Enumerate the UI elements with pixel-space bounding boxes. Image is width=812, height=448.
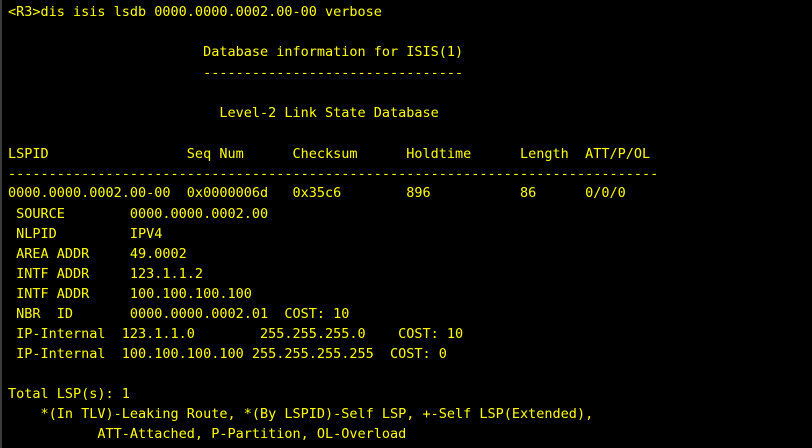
tlv-nlpid-line: NLPID IPV4	[8, 226, 163, 242]
lsp-entry-row: 0000.0000.0002.00-00 0x0000006d 0x35c6 8…	[8, 185, 626, 201]
table-header-row: LSPID Seq Num Checksum Holdtime Length A…	[8, 146, 651, 162]
tlv-intf-addr-line-2: INTF ADDR 100.100.100.100	[8, 286, 252, 302]
tlv-ip-internal-line-1: IP-Internal 123.1.1.0 255.255.255.0 COST…	[8, 326, 464, 342]
database-title: Database information for ISIS(1)	[8, 44, 464, 60]
table-header-separator: ----------------------------------------…	[8, 166, 659, 182]
title-underline: --------------------------------	[8, 65, 464, 81]
legend-line-1: *(In TLV)-Leaking Route, *(By LSPID)-Sel…	[8, 406, 594, 422]
tlv-ip-internal-line-2: IP-Internal 100.100.100.100 255.255.255.…	[8, 346, 447, 362]
command-prompt-line: <R3>dis isis lsdb 0000.0000.0002.00-00 v…	[8, 4, 382, 20]
tlv-nbr-id-line: NBR ID 0000.0000.0002.01 COST: 10	[8, 306, 350, 322]
legend-line-2: ATT-Attached, P-Partition, OL-Overload	[8, 426, 407, 442]
terminal-window[interactable]: <R3>dis isis lsdb 0000.0000.0002.00-00 v…	[0, 0, 812, 448]
level-2-heading: Level-2 Link State Database	[8, 105, 439, 121]
tlv-intf-addr-line-1: INTF ADDR 123.1.1.2	[8, 266, 204, 282]
tlv-source-line: SOURCE 0000.0000.0002.00	[8, 206, 269, 222]
total-lsp-count: Total LSP(s): 1	[8, 386, 130, 402]
tlv-area-addr-line: AREA ADDR 49.0002	[8, 246, 187, 262]
